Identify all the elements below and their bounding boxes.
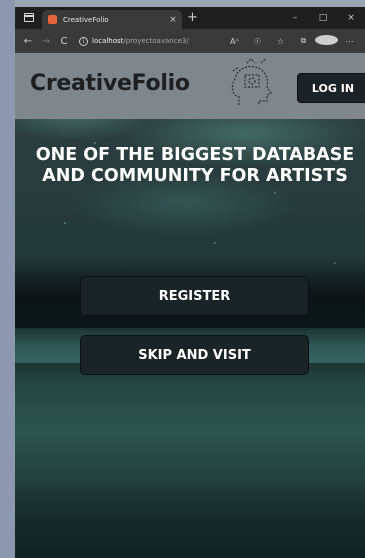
- site-header: CreativeFolio LOG IN: [15, 53, 365, 119]
- forward-button[interactable]: →: [37, 36, 55, 47]
- address-bar[interactable]: i localhost/proyectoavance3/: [79, 33, 204, 49]
- register-button[interactable]: REGISTER: [80, 276, 309, 316]
- artist-head-logo-icon: [231, 58, 272, 105]
- favorites-icon[interactable]: ☆: [269, 37, 292, 46]
- login-button[interactable]: LOG IN: [297, 73, 365, 103]
- minimize-button[interactable]: –: [281, 7, 309, 29]
- profile-icon[interactable]: [315, 35, 338, 47]
- read-aloud-icon[interactable]: Aᴬ: [223, 37, 246, 46]
- hero-title: ONE OF THE BIGGEST DATABASE AND COMMUNIT…: [35, 145, 355, 186]
- browser-window: CreativeFolio × + – □ × ← → C i localhos…: [15, 7, 365, 558]
- url-host: localhost: [92, 37, 124, 45]
- more-icon[interactable]: ⋯: [338, 37, 361, 46]
- site-info-icon[interactable]: i: [79, 36, 88, 46]
- browser-tab[interactable]: CreativeFolio ×: [42, 10, 182, 29]
- favicon-icon: [48, 15, 57, 24]
- skip-and-visit-button[interactable]: SKIP AND VISIT: [80, 335, 309, 375]
- desktop-background: [0, 0, 15, 558]
- page-viewport: CreativeFolio LOG IN ONE OF THE BIGGEST …: [15, 53, 365, 558]
- tab-close-icon[interactable]: ×: [164, 15, 182, 25]
- site-logo-text[interactable]: CreativeFolio: [30, 71, 190, 96]
- new-tab-button[interactable]: +: [187, 10, 198, 25]
- tracking-icon[interactable]: ☉: [246, 37, 269, 46]
- foreground-trees: [15, 483, 365, 558]
- maximize-button[interactable]: □: [309, 7, 337, 29]
- tab-title: CreativeFolio: [63, 15, 109, 24]
- url-path: /proyectoavance3/: [123, 37, 189, 45]
- window-menu-icon[interactable]: [24, 13, 34, 22]
- toolbar-icons: Aᴬ ☉ ☆ ⧉ ⋯: [223, 29, 361, 53]
- tab-strip: CreativeFolio × + – □ ×: [15, 7, 365, 29]
- reload-button[interactable]: C: [55, 36, 73, 47]
- close-window-button[interactable]: ×: [337, 7, 365, 29]
- window-controls: – □ ×: [281, 7, 365, 29]
- collections-icon[interactable]: ⧉: [292, 36, 315, 46]
- back-button[interactable]: ←: [19, 36, 37, 47]
- address-toolbar: ← → C i localhost/proyectoavance3/ Aᴬ ☉ …: [15, 29, 365, 53]
